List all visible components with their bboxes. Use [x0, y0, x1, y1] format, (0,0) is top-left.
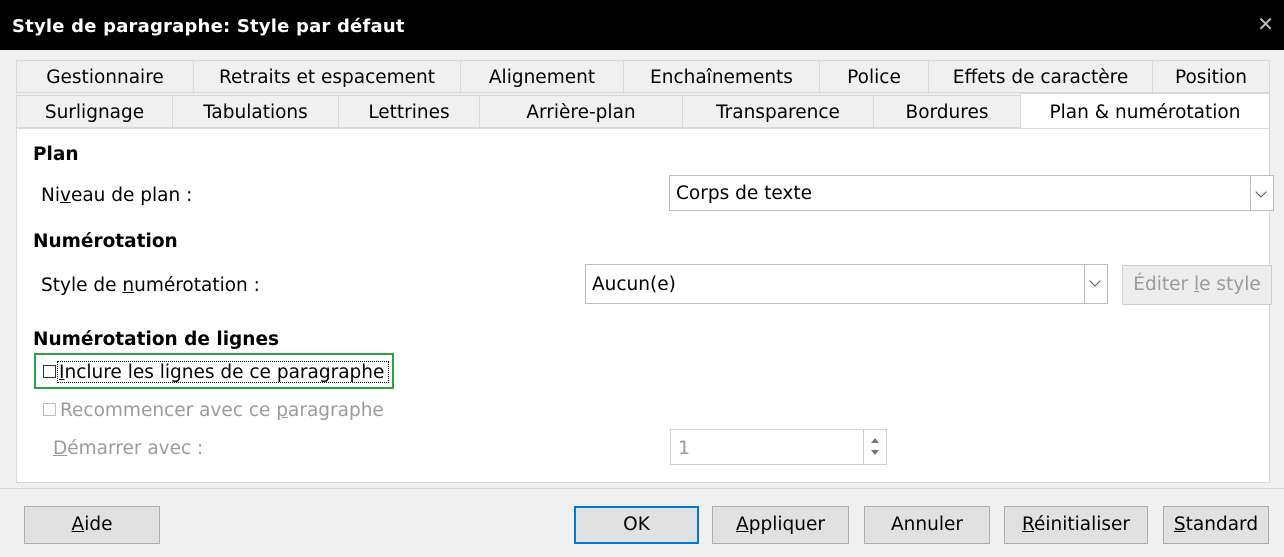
spin-down-icon[interactable] — [871, 450, 879, 455]
start-with-spinbox[interactable]: 1 — [670, 429, 887, 465]
edit-style-button[interactable]: Éditer le style — [1122, 265, 1272, 305]
start-with-label: Démarrer avec : — [53, 438, 204, 459]
chevron-down-icon[interactable] — [1250, 176, 1273, 210]
tab-plan-numerotation[interactable]: Plan & numérotation — [1020, 93, 1270, 130]
restart-label[interactable]: Recommencer avec ce paragraphe — [60, 400, 384, 421]
tab-retraits-espacement[interactable]: Retraits et espacement — [193, 60, 461, 93]
tab-arriere-plan[interactable]: Arrière-plan — [479, 95, 683, 128]
window-title: Style de paragraphe: Style par défaut — [12, 16, 405, 37]
section-numerotation: Numérotation — [33, 231, 178, 252]
outline-level-label: Niveau de plan : — [41, 185, 193, 206]
paragraph-style-dialog: Style de paragraphe: Style par défaut ✕ … — [0, 0, 1284, 557]
tab-bar: Gestionnaire Retraits et espacement Alig… — [16, 60, 1270, 130]
ok-button[interactable]: OK — [574, 506, 699, 544]
start-with-value: 1 — [678, 437, 691, 459]
tab-gestionnaire[interactable]: Gestionnaire — [16, 60, 194, 93]
help-button[interactable]: Aide — [24, 506, 160, 544]
tab-lettrines[interactable]: Lettrines — [338, 95, 480, 128]
spin-buttons[interactable] — [863, 430, 886, 464]
cancel-button[interactable]: Annuler — [864, 506, 990, 544]
tab-row-2: Surlignage Tabulations Lettrines Arrière… — [16, 93, 1270, 130]
tab-row-1: Gestionnaire Retraits et espacement Alig… — [16, 60, 1270, 93]
close-icon[interactable]: ✕ — [1257, 12, 1274, 36]
tab-transparence[interactable]: Transparence — [682, 95, 874, 128]
tab-police[interactable]: Police — [819, 60, 929, 93]
spin-up-icon[interactable] — [871, 438, 879, 443]
outline-level-value: Corps de texte — [676, 183, 813, 204]
tab-bordures[interactable]: Bordures — [873, 95, 1021, 128]
restart-checkbox[interactable] — [43, 403, 56, 416]
tab-tabulations[interactable]: Tabulations — [172, 95, 339, 128]
apply-button[interactable]: Appliquer — [712, 506, 849, 544]
tab-position[interactable]: Position — [1152, 60, 1270, 93]
tab-effets-caractere[interactable]: Effets de caractère — [928, 60, 1153, 93]
divider — [0, 488, 1284, 489]
tab-enchainements[interactable]: Enchaînements — [623, 60, 820, 93]
chevron-down-icon[interactable] — [1084, 265, 1107, 303]
section-line-numbering: Numérotation de lignes — [33, 329, 280, 350]
numbering-style-label: Style de numérotation : — [41, 275, 260, 296]
include-lines-label[interactable]: Inclure les lignes de ce paragraphe — [59, 362, 384, 383]
numbering-style-value: Aucun(e) — [592, 274, 676, 295]
include-lines-checkbox[interactable] — [43, 365, 56, 378]
outline-level-combo[interactable]: Corps de texte — [669, 175, 1274, 211]
reset-button[interactable]: Réinitialiser — [1004, 506, 1148, 544]
numbering-style-combo[interactable]: Aucun(e) — [585, 264, 1108, 304]
standard-button[interactable]: Standard — [1163, 506, 1269, 544]
tab-alignement[interactable]: Alignement — [460, 60, 624, 93]
section-plan: Plan — [33, 144, 79, 165]
tab-surlignage[interactable]: Surlignage — [16, 95, 173, 128]
titlebar: Style de paragraphe: Style par défaut ✕ — [0, 0, 1284, 50]
